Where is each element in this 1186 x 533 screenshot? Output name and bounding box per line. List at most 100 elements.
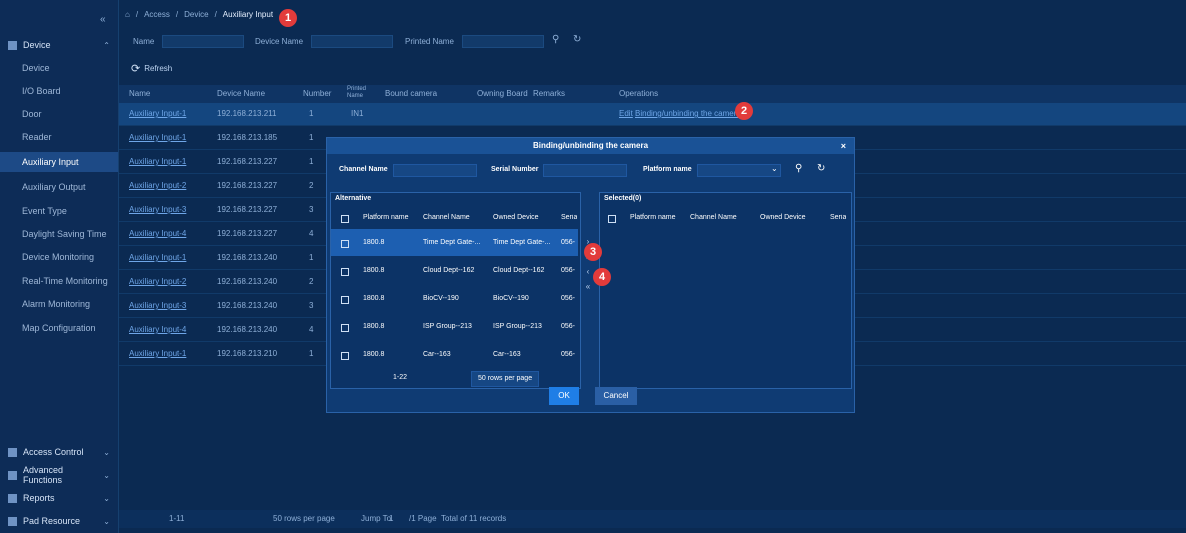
step-badge-1: 1 [279, 9, 297, 27]
alt-serial-number: 056- [561, 323, 576, 330]
edit-link[interactable]: Edit [619, 109, 633, 118]
row-name-link[interactable]: Auxiliary Input-1 [129, 109, 186, 118]
chevron-down-icon[interactable]: ⌄ [771, 164, 778, 173]
alternative-header: Platform name Channel Name Owned Device … [331, 207, 580, 229]
row-name-link[interactable]: Auxiliary Input-3 [129, 205, 186, 214]
serial-number-label: Serial Number [491, 166, 539, 173]
platform-name-label: Platform name [643, 166, 692, 173]
platform-name-select[interactable] [697, 164, 781, 177]
sidebar-item-device-monitoring[interactable]: Device Monitoring [0, 247, 118, 267]
row-number: 4 [309, 325, 314, 334]
col-serial-number: Serial Number [830, 214, 846, 221]
device-name-filter-input[interactable] [311, 34, 394, 48]
sidebar-item-real-time-monitoring[interactable]: Real-Time Monitoring [0, 271, 118, 291]
col-name: Name [129, 89, 151, 98]
sidebar-group-advanced-functions[interactable]: Advanced Functions ⌄ [0, 464, 118, 486]
col-serial-number: Serial Number [561, 214, 577, 221]
sidebar-item-daylight-saving-time[interactable]: Daylight Saving Time [0, 224, 118, 244]
sidebar-item-device[interactable]: Device [0, 58, 118, 78]
sidebar-group-label: Device [23, 40, 51, 50]
reset-icon[interactable]: ↻ [817, 163, 825, 174]
row-device-name: 192.168.213.211 [217, 109, 277, 118]
search-icon[interactable]: ⚲ [552, 34, 559, 45]
breadcrumb-current: Auxiliary Input [222, 10, 274, 19]
alternative-row[interactable]: 1800.8 Cloud Dept--162 Cloud Dept--162 056- [331, 257, 578, 284]
row-number: 1 [309, 349, 314, 358]
sidebar-item-door[interactable]: Door [0, 104, 118, 124]
printed-name-filter-input[interactable] [461, 34, 544, 48]
refresh-label: Refresh [144, 64, 173, 73]
ok-button[interactable]: OK [549, 387, 579, 405]
sidebar-item-auxiliary-output[interactable]: Auxiliary Output [0, 177, 118, 197]
row-checkbox[interactable] [341, 240, 349, 248]
row-name-link[interactable]: Auxiliary Input-2 [129, 277, 186, 286]
cancel-button[interactable]: Cancel [595, 387, 637, 405]
alternative-row[interactable]: 1800.8 Time Dept Gate-... Time Dept Gate-.… [331, 229, 578, 256]
row-checkbox[interactable] [341, 268, 349, 276]
chevron-down-icon: ⌄ [103, 447, 110, 457]
alternative-row[interactable]: 1800.8 Car--163 Car--163 056- [331, 341, 578, 368]
alt-rows-per-page-select[interactable]: 50 rows per page [471, 371, 540, 387]
alternative-row[interactable]: 1800.8 ISP Group--213 ISP Group--213 056- [331, 313, 578, 340]
alt-owned-device: Car--163 [493, 351, 521, 358]
move-all-left-icon[interactable]: « [582, 282, 594, 291]
row-name-link[interactable]: Auxiliary Input-1 [129, 253, 186, 262]
jump-to-input[interactable]: 1 [389, 514, 393, 523]
search-icon[interactable]: ⚲ [795, 163, 802, 174]
device-name-filter-label: Device Name [255, 36, 304, 46]
alt-owned-device: BioCV--190 [493, 295, 529, 302]
serial-number-input[interactable] [543, 164, 627, 177]
row-number: 1 [309, 109, 314, 118]
row-checkbox[interactable] [341, 324, 349, 332]
close-icon[interactable]: × [841, 138, 846, 154]
row-name-link[interactable]: Auxiliary Input-1 [129, 157, 186, 166]
select-all-selected-checkbox[interactable] [608, 215, 616, 223]
sidebar-group-device[interactable]: Device ⌃ [0, 34, 118, 56]
alt-serial-number: 056- [561, 267, 576, 274]
row-name-link[interactable]: Auxiliary Input-4 [129, 325, 186, 334]
alt-platform-name: 1800.8 [363, 267, 385, 274]
breadcrumb-access[interactable]: Access [144, 10, 170, 19]
row-name-link[interactable]: Auxiliary Input-2 [129, 181, 186, 190]
col-owned-device: Owned Device [760, 214, 806, 221]
alt-channel-name: ISP Group--213 [423, 323, 472, 330]
step-badge-2: 2 [735, 102, 753, 120]
alt-channel-name: Cloud Dept--162 [423, 267, 475, 274]
row-name-link[interactable]: Auxiliary Input-3 [129, 301, 186, 310]
row-name-link[interactable]: Auxiliary Input-1 [129, 133, 186, 142]
alternative-row[interactable]: 1800.8 BioCV--190 BioCV--190 056- [331, 285, 578, 312]
row-checkbox[interactable] [341, 352, 349, 360]
bind-camera-link[interactable]: Binding/unbinding the camera [635, 109, 741, 118]
page-count: /1 Page [409, 514, 437, 523]
sidebar-item-event-type[interactable]: Event Type [0, 201, 118, 221]
sidebar-group-pad-resource[interactable]: Pad Resource ⌄ [0, 510, 118, 532]
sidebar-group-access-control[interactable]: Access Control ⌄ [0, 441, 118, 463]
table-row[interactable]: Auxiliary Input-1 192.168.213.211 1 IN1 Edit… [119, 103, 1186, 126]
collapse-sidebar-icon[interactable]: « [100, 14, 106, 25]
home-icon[interactable]: ⌂ [125, 10, 130, 19]
sidebar-item-io-board[interactable]: I/O Board [0, 81, 118, 101]
chevron-down-icon: ⌄ [103, 493, 110, 503]
alt-channel-name: Time Dept Gate-... [423, 239, 481, 246]
sidebar-item-map-configuration[interactable]: Map Configuration [0, 318, 118, 338]
printed-name-filter-label: Printed Name [405, 36, 454, 46]
refresh-button[interactable]: ⟳ Refresh [131, 62, 172, 75]
sidebar-item-alarm-monitoring[interactable]: Alarm Monitoring [0, 294, 118, 314]
sidebar-item-auxiliary-input[interactable]: Auxiliary Input [0, 152, 118, 172]
sidebar-item-reader[interactable]: Reader [0, 127, 118, 147]
channel-name-input[interactable] [393, 164, 477, 177]
name-filter-input[interactable] [162, 34, 245, 48]
step-badge-3: 3 [584, 243, 602, 261]
sidebar-group-reports[interactable]: Reports ⌄ [0, 487, 118, 509]
reset-icon[interactable]: ↻ [573, 34, 581, 45]
rows-per-page-select[interactable]: 50 rows per page [273, 514, 335, 523]
row-checkbox[interactable] [341, 296, 349, 304]
row-name-link[interactable]: Auxiliary Input-4 [129, 229, 186, 238]
breadcrumb-device[interactable]: Device [184, 10, 208, 19]
chevron-down-icon: ⌄ [103, 516, 110, 526]
row-name-link[interactable]: Auxiliary Input-1 [129, 349, 186, 358]
breadcrumb-separator: / [214, 10, 217, 19]
select-all-checkbox[interactable] [341, 215, 349, 223]
name-filter-label: Name [133, 36, 155, 46]
alternative-panel: Alternative Platform name Channel Name O… [330, 192, 581, 389]
